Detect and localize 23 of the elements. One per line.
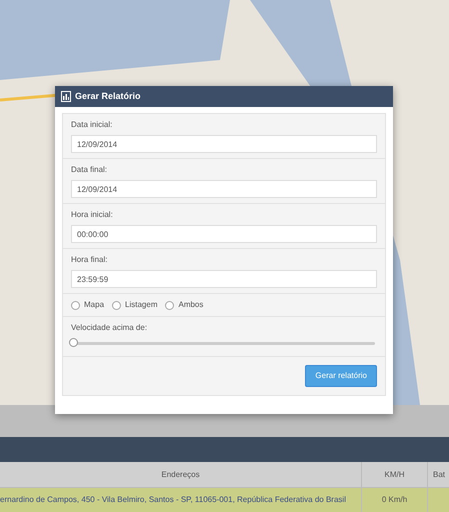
radio-button[interactable] [112, 300, 122, 310]
radio-label: Listagem [125, 299, 158, 311]
report-icon [61, 91, 71, 102]
input-field[interactable]: 23:59:59 [71, 270, 377, 288]
dialog-title: Gerar Relatório [75, 90, 141, 103]
field-label: Data final: [71, 164, 108, 176]
slider-label: Velocidade acima de: [71, 322, 148, 334]
field-label: Hora inicial: [71, 209, 114, 221]
radio-label: Ambos [178, 299, 204, 311]
radio-button[interactable] [165, 300, 174, 310]
input-field[interactable]: 12/09/2014 [71, 180, 377, 198]
slider-thumb[interactable] [69, 338, 78, 347]
input-field[interactable]: 00:00:00 [71, 225, 377, 243]
field-label: Hora final: [71, 254, 108, 266]
table-cell: ernardino de Campos, 450 - Vila Belmiro, Santos - SP, 11065-001, República Federativa do Brasil [0, 494, 346, 506]
radio-label: Mapa [84, 299, 104, 311]
field-label: Data inicial: [71, 119, 114, 131]
column-header: KM/H [384, 468, 404, 480]
column-header: Endereços [161, 468, 200, 480]
table-cell: 0 Km/h [382, 494, 408, 506]
input-field[interactable]: 12/09/2014 [71, 135, 377, 153]
radio-button[interactable] [71, 300, 80, 310]
column-header: Bat [433, 468, 446, 480]
